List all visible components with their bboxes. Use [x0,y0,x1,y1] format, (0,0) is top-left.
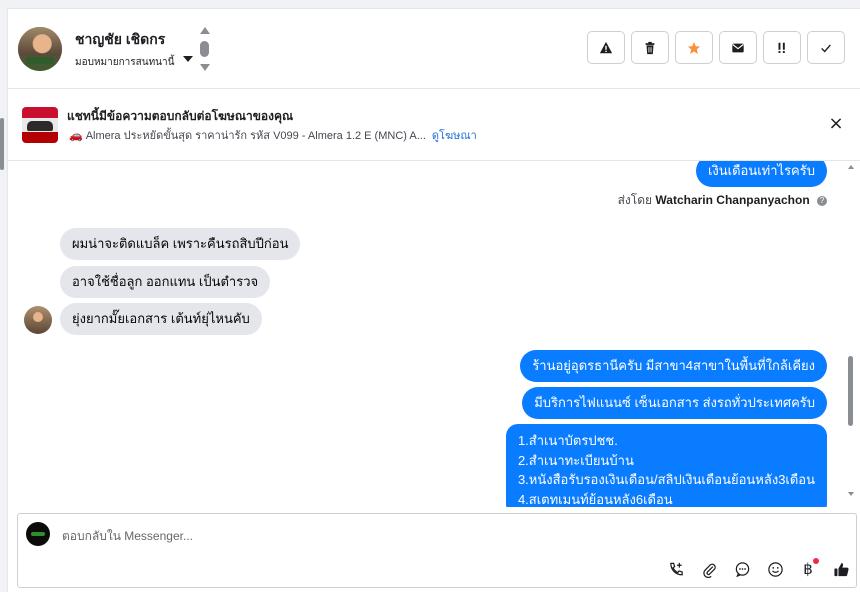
sent-by-prefix: ส่งโดย [617,193,653,207]
doc-list-item: 3.หนังสือรับรองเงินเดือน/สลิปเงินเดือนย้… [517,472,815,487]
like-button[interactable] [830,558,852,580]
call-add-icon [669,562,683,575]
star-icon [687,41,701,54]
notification-dot [813,558,819,564]
view-ad-link[interactable]: ดูโฆษณา [432,130,477,142]
call-button[interactable] [665,558,687,580]
scroll-up-arrow[interactable] [848,165,854,169]
follow-up-button[interactable] [763,31,801,64]
header-actions [587,31,845,65]
ad-name: Almera ประหยัดขั้นสุด ราคาน่ารัก รหัส V0… [85,130,426,142]
doc-list-item: 1.สำเนาบัตรปชช. [517,433,618,448]
warning-icon [599,41,613,53]
ad-banner-title: แชทนี้มีข้อความตอบกลับต่อโฆษณาของคุณ [67,109,294,123]
doc-list-item: 2.สำเนาทะเบียนบ้าน [517,452,634,468]
doc-list-item: 4.สเตทเมนท์ย้อนหลัง6เดือน [517,491,673,507]
emoji-icon [767,561,783,577]
payment-icon: ฿ [803,560,813,578]
left-scroll-thumb[interactable] [0,118,4,170]
nav-handle [200,41,209,57]
message-thread[interactable]: เงินเดือนเท่าไรครับ ส่งโดย Watcharin Cha… [8,161,860,507]
delete-button[interactable] [631,31,669,64]
message-bubble-outgoing[interactable]: ร้านอยู่อุดรธานีครับ มีสาขา4สาขาในพื้นที… [520,350,827,382]
message-bubble-outgoing[interactable]: มีบริการไฟแนนซ์ เซ็นเอกสาร ส่งรถทั่วประเ… [522,387,827,419]
mark-unread-button[interactable] [719,31,757,64]
star-button[interactable] [675,31,713,64]
page-avatar [26,522,50,546]
contact-avatar-small[interactable] [24,306,52,334]
message-bubble-incoming[interactable]: อาจใช้ชื่อลูก ออกแทน เป็นตำรวจ [60,266,271,298]
reply-composer: ฿ [17,513,857,588]
ad-reply-banner: แชทนี้มีข้อความตอบกลับต่อโฆษณาของคุณ 🚗 Al… [8,90,860,161]
info-icon[interactable]: ? [817,195,827,206]
attachment-icon [702,563,716,578]
saved-reply-icon [735,561,749,577]
composer-tools: ฿ [665,558,852,580]
like-icon [833,562,849,576]
message-bubble-outgoing[interactable]: เงินเดือนเท่าไรครับ [695,161,827,187]
assign-conversation-label[interactable]: มอบหมายการสนทนานี้ [75,55,174,70]
report-button[interactable] [587,31,625,64]
previous-conversation-icon[interactable] [200,27,210,34]
ad-banner-subtitle: 🚗 Almera ประหยัดขั้นสุด ราคาน่ารัก รหัส V… [69,126,477,144]
mark-done-button[interactable] [807,31,845,64]
attach-button[interactable] [698,558,720,580]
sent-by-label: ส่งโดย Watcharin Chanpanyachon ? [618,191,827,210]
contact-name[interactable]: ชาญชัย เชิดกร [75,29,165,51]
chat-scroll-thumb[interactable] [848,356,853,426]
follow-up-icon [778,42,785,53]
payment-button[interactable]: ฿ [797,558,819,580]
trash-icon [645,41,655,54]
mail-icon [732,43,744,52]
close-icon[interactable]: × [828,115,844,133]
check-icon [821,43,831,53]
contact-avatar[interactable] [18,27,62,71]
saved-replies-button[interactable] [731,558,753,580]
conversation-panel: ชาญชัย เชิดกร มอบหมายการสนทนานี้ แชทนี้ม… [7,8,860,592]
sent-by-name: Watcharin Chanpanyachon [655,193,810,207]
message-bubble-incoming[interactable]: ผมน่าจะติดแบล็ค เพราะคืนรถสิบปีก่อน [60,228,301,260]
car-icon: 🚗 [69,130,83,142]
next-conversation-icon[interactable] [200,64,210,71]
message-bubble-document-list[interactable]: 1.สำเนาบัตรปชช. 2.สำเนาทะเบียนบ้าน 3.หนั… [505,424,827,507]
conversation-nav[interactable] [198,27,212,73]
reply-input[interactable] [62,526,662,546]
assign-dropdown-icon[interactable] [183,56,193,62]
emoji-button[interactable] [764,558,786,580]
conversation-header: ชาญชัย เชิดกร มอบหมายการสนทนานี้ [8,9,860,89]
scroll-down-arrow[interactable] [848,492,854,496]
ad-thumbnail[interactable] [22,107,58,143]
message-bubble-incoming[interactable]: ยุ่งยากมั๊ยเอกสาร เต้นท์ยุ่ไหนคับ [60,303,262,335]
